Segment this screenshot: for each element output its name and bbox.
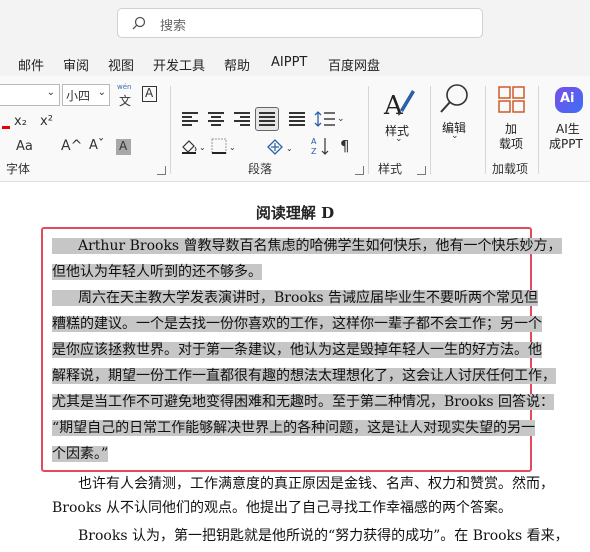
group-separator xyxy=(538,86,539,174)
ribbon: ⌄ 小四 ⌄ wén 文 A x₂ x² Aa A^ Aˇ A 字体 ⌄ ⌄ ⌄… xyxy=(0,76,590,182)
paragraph-line: 是你应该拯救世界。对于第一条建议，他认为这是毁掉年轻人一生的好方法。他 xyxy=(52,342,542,358)
group-label-font: 字体 xyxy=(6,162,31,176)
paragraph-line: Brooks 从不认同他们的观点。他提出了自己寻找工作幸福感的两个答案。 xyxy=(52,500,512,516)
svg-text:Z: Z xyxy=(311,147,317,156)
line-spacing-icon[interactable] xyxy=(314,110,336,128)
group-separator xyxy=(430,86,431,174)
group-label-styles: 样式 xyxy=(378,162,403,176)
styles-dialog-launcher[interactable] xyxy=(417,166,426,175)
chevron-down-icon: ⌄ xyxy=(46,87,55,98)
paragraph-line: Arthur Brooks 曾教导数百名焦虑的哈佛学生如何快乐，他有一个快乐妙方… xyxy=(52,238,562,254)
menu-mailings[interactable]: 邮件 xyxy=(18,55,44,74)
addins-label-line2[interactable]: 载项 xyxy=(499,135,523,152)
menu-developer[interactable]: 开发工具 xyxy=(153,55,205,74)
search-box[interactable]: 搜索 xyxy=(117,8,483,38)
svg-text:⌄: ⌄ xyxy=(229,143,236,152)
font-size-select[interactable]: 小四 ⌄ xyxy=(62,84,110,106)
document-page[interactable]: 阅读理解 D Arthur Brooks 曾教导数百名焦虑的哈佛学生如何快乐，他… xyxy=(0,182,590,552)
align-left-button[interactable] xyxy=(182,112,198,126)
menu-bar: 邮件 审阅 视图 开发工具 帮助 AIPPT 百度网盘 xyxy=(0,46,590,76)
align-right-button[interactable] xyxy=(234,112,250,126)
menu-aippt[interactable]: AIPPT xyxy=(271,55,307,70)
group-label-addins: 加载项 xyxy=(492,162,529,176)
chevron-down-icon[interactable]: ⌄ xyxy=(337,114,345,124)
borders-icon[interactable]: ⌄ xyxy=(211,138,237,154)
justify-button[interactable] xyxy=(255,107,279,131)
paragraph-line: Brooks 认为，第一把钥匙就是他所说的“努力获得的成功”。在 Brooks … xyxy=(78,528,569,544)
font-family-select[interactable]: ⌄ xyxy=(0,84,60,106)
paragraph-line: 尤其是当工作不可避免地变得困难和无趣时。至于第二种情况，Brooks 回答说： xyxy=(52,394,554,410)
search-placeholder: 搜索 xyxy=(160,19,187,34)
chevron-down-icon[interactable]: ⌄ xyxy=(451,131,459,141)
addins-icon[interactable] xyxy=(498,86,526,114)
shrink-font-button[interactable]: Aˇ xyxy=(89,138,104,153)
sort-icon[interactable]: A Z xyxy=(310,136,332,156)
pilcrow-icon[interactable]: ¶ xyxy=(340,137,350,155)
title-bar: 搜索 xyxy=(0,0,590,46)
menu-review[interactable]: 审阅 xyxy=(63,55,89,74)
svg-text:⌄: ⌄ xyxy=(199,143,206,152)
chevron-down-icon: ⌄ xyxy=(97,87,106,98)
svg-text:⌄: ⌄ xyxy=(286,144,293,153)
paragraph-line: 糟糕的建议。一个是去找一份你喜欢的工作，这样你一辈子都不会工作；另一个 xyxy=(52,316,542,332)
search-icon xyxy=(132,16,146,30)
character-shading-button[interactable]: A xyxy=(116,139,131,155)
paragraph-line: “期望自己的日常工作能够解决世界上的各种问题，这是让人对现实失望的另一 xyxy=(52,420,536,436)
superscript-button[interactable]: x² xyxy=(40,114,53,129)
svg-text:A: A xyxy=(311,137,317,146)
section-heading: 阅读理解 D xyxy=(255,204,335,222)
menu-view[interactable]: 视图 xyxy=(108,55,134,74)
subscript-button[interactable]: x₂ xyxy=(14,114,27,129)
menu-help[interactable]: 帮助 xyxy=(224,55,250,74)
paragraph-line: 个因素。” xyxy=(52,446,109,462)
group-separator xyxy=(170,86,171,174)
paragraph-line: 也许有人会猜测，工作满意度的真正原因是金钱、名声、权力和赞赏。然而， xyxy=(78,476,554,492)
font-size-value: 小四 xyxy=(66,89,91,103)
find-icon[interactable] xyxy=(438,82,472,116)
font-dialog-launcher[interactable] xyxy=(157,166,166,175)
ai-ppt-label-line2[interactable]: 成PPT xyxy=(549,135,583,152)
group-label-paragraph: 段落 xyxy=(248,162,273,176)
align-center-button[interactable] xyxy=(208,112,224,126)
menu-baidu-netdisk[interactable]: 百度网盘 xyxy=(328,55,380,74)
svg-text:A: A xyxy=(383,91,404,118)
chevron-down-icon[interactable]: ⌄ xyxy=(395,134,403,144)
group-separator xyxy=(368,86,369,174)
paragraph-line: 解释说，期望一份工作一直都很有趣的想法太理想化了，这会让人讨厌任何工作， xyxy=(52,368,556,384)
distributed-button[interactable] xyxy=(289,112,305,126)
paragraph-dialog-launcher[interactable] xyxy=(355,166,364,175)
paragraph-line: 周六在天主教大学发表演讲时，Brooks 告诫应届毕业生不要听两个常见但 xyxy=(52,290,538,306)
change-case-button[interactable]: Aa xyxy=(16,139,33,154)
grow-font-button[interactable]: A^ xyxy=(61,138,82,154)
paragraph-line: 但他认为年轻人听到的还不够多。 xyxy=(52,264,262,280)
phonetic-guide-button[interactable]: wén 文 xyxy=(116,83,136,109)
font-color-bar[interactable] xyxy=(2,116,10,129)
pinyin-label: wén xyxy=(117,83,132,91)
ai-ppt-icon[interactable]: Ai xyxy=(555,87,583,113)
character-border-button[interactable]: A xyxy=(142,86,157,102)
chinese-layout-icon[interactable]: ⌄ xyxy=(266,138,296,156)
group-separator xyxy=(485,86,486,174)
cut-off-heading xyxy=(255,182,315,184)
wen-char: 文 xyxy=(119,94,132,108)
styles-icon[interactable]: A xyxy=(382,84,416,118)
shading-icon[interactable]: ⌄ xyxy=(180,138,206,154)
